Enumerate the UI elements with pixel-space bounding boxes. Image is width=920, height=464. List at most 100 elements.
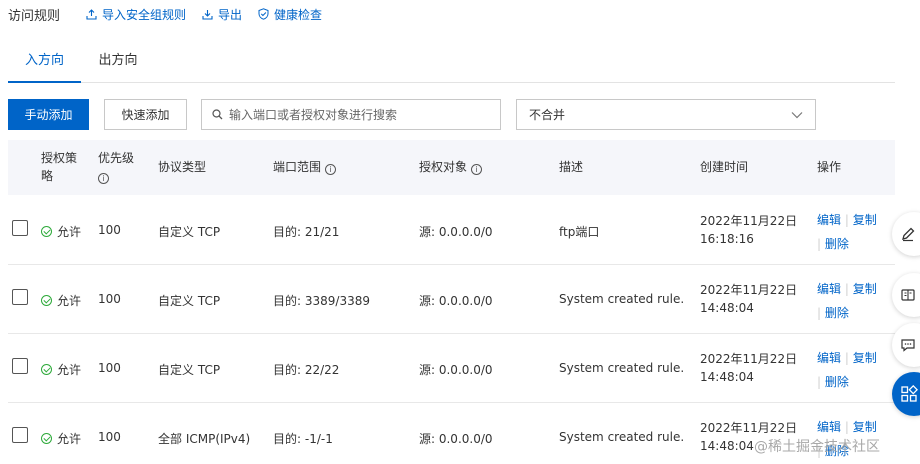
description-cell: System created rule. (559, 292, 685, 306)
copy-link[interactable]: 复制 (853, 351, 877, 365)
priority-cell: 100 (98, 430, 121, 444)
info-icon[interactable]: i (470, 164, 482, 175)
policy-cell: 允许 (41, 361, 81, 378)
description-cell: System created rule. (559, 430, 685, 444)
check-circle-icon (41, 433, 52, 444)
table-row: 允许 100 自定义 TCP 目的: 22/22 源: 0.0.0.0/0 Sy… (8, 334, 895, 403)
port-cell: 目的: 22/22 (273, 363, 340, 377)
actions-cell-2: | 删除 (817, 373, 849, 390)
separator: | (844, 420, 853, 434)
port-cell: 目的: 3389/3389 (273, 294, 370, 308)
policy-label: 允许 (57, 432, 82, 446)
edit-link[interactable]: 编辑 (817, 351, 841, 365)
separator: | (817, 237, 825, 251)
tab-inbound[interactable]: 入方向 (8, 40, 81, 83)
top-toolbar: 访问规则 导入安全组规则 导出 健康检查 (8, 4, 338, 24)
edit-link[interactable]: 编辑 (817, 282, 841, 296)
description-cell: ftp端口 (559, 225, 600, 239)
actions-cell: 编辑 | 复制 (817, 280, 877, 297)
info-icon[interactable]: i (98, 173, 109, 184)
policy-label: 允许 (57, 225, 82, 239)
quick-add-button[interactable]: 快速添加 (104, 99, 187, 130)
edit-link[interactable]: 编辑 (817, 213, 841, 227)
download-icon (202, 9, 213, 20)
apps-button[interactable] (892, 372, 920, 416)
search-input[interactable] (229, 107, 500, 122)
created-cell: 2022年11月22日 14:48:04 (700, 350, 797, 386)
port-cell: 目的: 21/21 (273, 225, 340, 239)
header-port-range: 端口范围 i (273, 158, 336, 176)
edit-note-button[interactable] (892, 212, 920, 256)
row-checkbox[interactable] (12, 427, 28, 443)
policy-cell: 允许 (41, 292, 81, 309)
protocol-cell: 全部 ICMP(IPv4) (158, 432, 251, 446)
export-label: 导出 (218, 7, 243, 22)
actions-cell-2: | 删除 (817, 304, 849, 321)
health-check-button[interactable]: 健康检查 (258, 6, 322, 23)
chevron-down-icon (791, 111, 803, 118)
header-protocol: 协议类型 (158, 160, 207, 174)
merge-select[interactable]: 不合并 (516, 99, 816, 130)
export-button[interactable]: 导出 (202, 6, 242, 23)
created-date: 2022年11月22日 (700, 421, 798, 435)
copy-link[interactable]: 复制 (853, 420, 877, 434)
delete-link[interactable]: 删除 (825, 306, 849, 320)
check-circle-icon (41, 226, 52, 237)
row-checkbox[interactable] (12, 289, 28, 305)
policy-label: 允许 (57, 363, 82, 377)
watermark: @稀土掘金技术社区 (754, 439, 880, 455)
actions-cell: 编辑 | 复制 (817, 418, 877, 435)
separator: | (844, 351, 853, 365)
check-circle-icon (41, 295, 52, 306)
copy-link[interactable]: 复制 (853, 282, 877, 296)
created-time: 14:48:04 (700, 370, 754, 384)
port-cell: 目的: -1/-1 (273, 432, 333, 446)
separator: | (844, 213, 853, 227)
manual-add-button[interactable]: 手动添加 (8, 99, 89, 130)
source-cell: 源: 0.0.0.0/0 (419, 225, 493, 239)
page-title: 访问规则 (8, 8, 61, 24)
tab-outbound[interactable]: 出方向 (88, 40, 148, 83)
table-header: 授权策 略 优先级 i 协议类型 端口范围 i 授权对象 i 描述 创建时间 操… (8, 140, 895, 195)
actions-cell: 编辑 | 复制 (817, 349, 877, 366)
policy-label: 允许 (57, 294, 82, 308)
header-auth-object-label: 授权对象 (419, 160, 468, 174)
created-cell: 2022年11月22日 16:18:16 (700, 212, 797, 248)
protocol-cell: 自定义 TCP (158, 225, 221, 239)
chat-icon (901, 339, 915, 352)
table-row: 允许 100 自定义 TCP 目的: 3389/3389 源: 0.0.0.0/… (8, 265, 895, 334)
policy-cell: 允许 (41, 430, 81, 447)
header-description: 描述 (559, 160, 584, 174)
delete-link[interactable]: 删除 (825, 237, 849, 251)
priority-cell: 100 (98, 361, 121, 375)
created-time: 16:18:16 (700, 232, 754, 246)
source-cell: 源: 0.0.0.0/0 (419, 294, 493, 308)
table-row: 允许 100 自定义 TCP 目的: 21/21 源: 0.0.0.0/0 ft… (8, 196, 895, 265)
check-circle-icon (41, 364, 52, 375)
actions-cell: 编辑 | 复制 (817, 211, 877, 228)
book-icon (901, 289, 915, 301)
description-cell: System created rule. (559, 361, 685, 375)
separator: | (844, 282, 853, 296)
import-rules-button[interactable]: 导入安全组规则 (86, 6, 186, 23)
header-actions: 操作 (817, 160, 842, 174)
apps-grid-icon (901, 385, 918, 402)
source-cell: 源: 0.0.0.0/0 (419, 363, 493, 377)
source-cell: 源: 0.0.0.0/0 (419, 432, 493, 446)
info-icon[interactable]: i (324, 164, 336, 175)
header-created-time: 创建时间 (700, 160, 749, 174)
edit-link[interactable]: 编辑 (817, 420, 841, 434)
actions-cell-2: | 删除 (817, 235, 849, 252)
delete-link[interactable]: 删除 (825, 375, 849, 389)
search-icon (212, 109, 223, 120)
docs-button[interactable] (892, 273, 920, 317)
shield-check-icon (258, 8, 269, 20)
created-cell: 2022年11月22日 14:48:04 (700, 281, 797, 317)
header-policy: 授权策 略 (41, 149, 77, 185)
merge-select-value: 不合并 (529, 108, 566, 122)
row-checkbox[interactable] (12, 358, 28, 374)
row-checkbox[interactable] (12, 220, 28, 236)
copy-link[interactable]: 复制 (853, 213, 877, 227)
chat-button[interactable] (892, 323, 920, 367)
header-auth-object: 授权对象 i (419, 158, 482, 176)
